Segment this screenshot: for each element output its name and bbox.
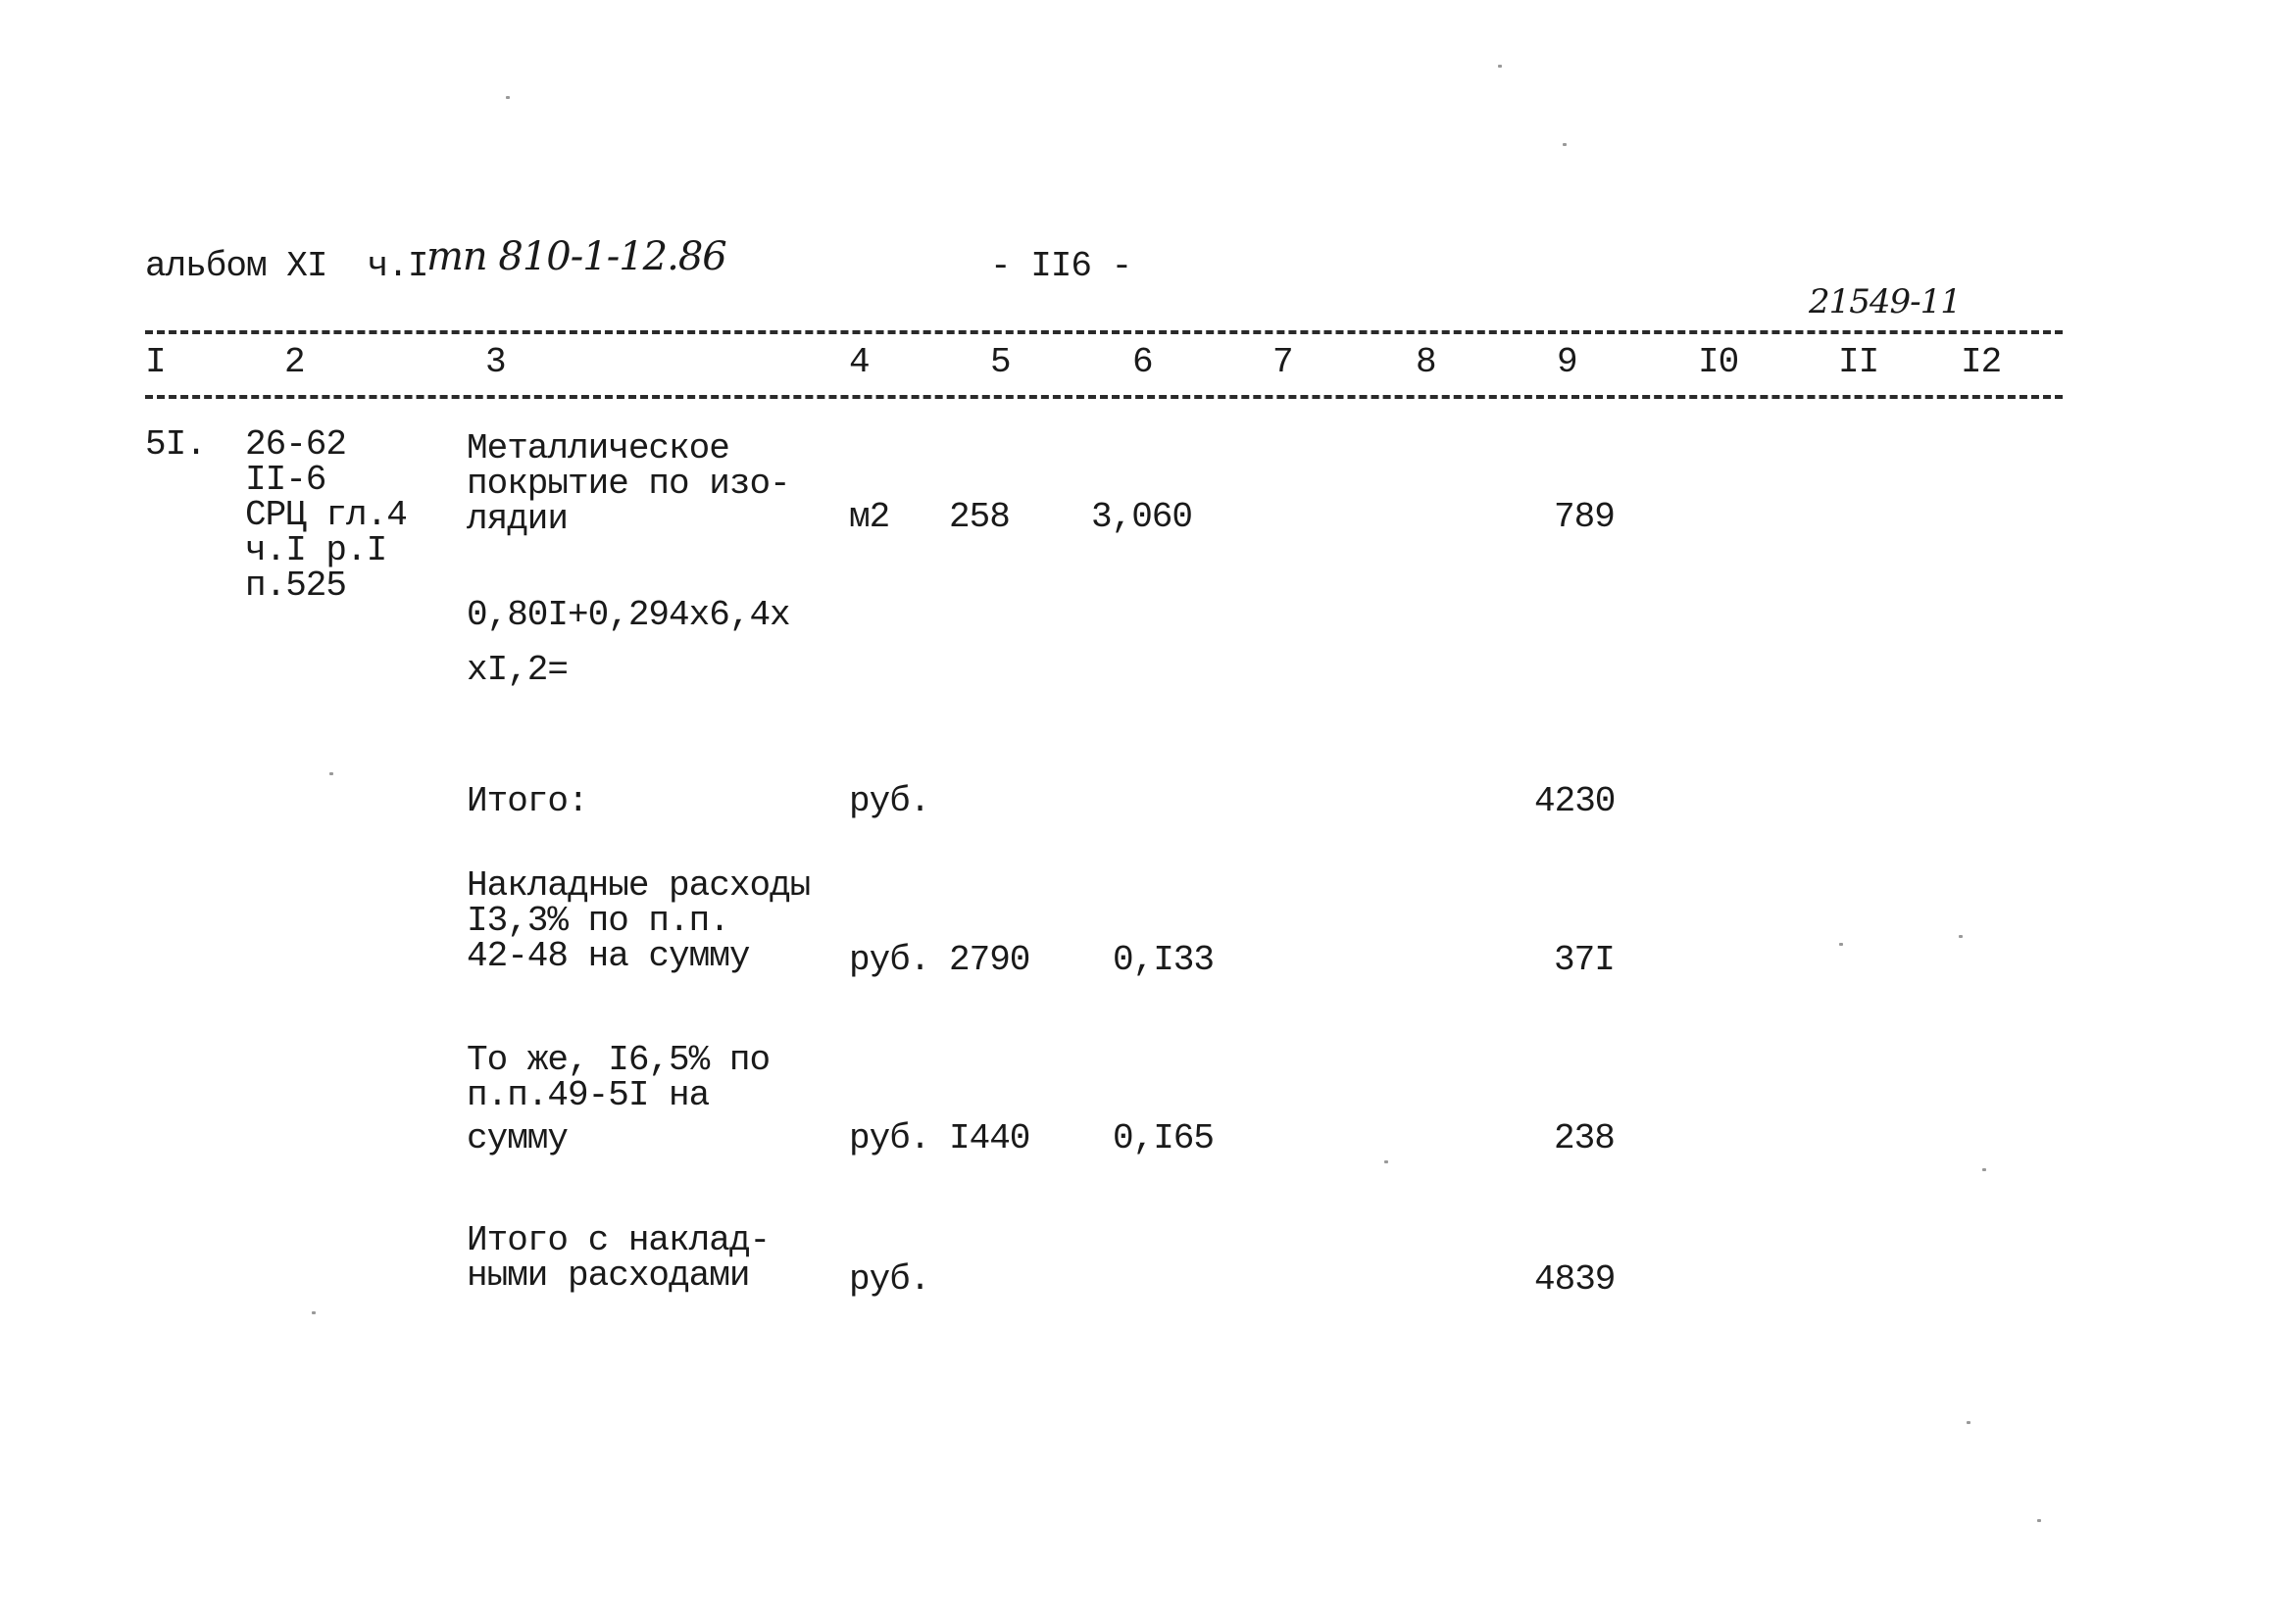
quantity-cell: 2790 [949, 940, 1030, 980]
reference-cell: 26-62 II-6 СРЦ гл.4 ч.I р.I п.525 [245, 424, 408, 606]
reference-line: СРЦ гл.4 [245, 495, 408, 535]
column-header: 3 [485, 342, 507, 382]
scan-speck [1563, 143, 1567, 146]
scan-speck [1384, 1160, 1388, 1163]
total-cell: 37I [1554, 940, 1616, 980]
total-cell: 4839 [1534, 1259, 1616, 1300]
description-line: покрытие по изо- [467, 464, 791, 504]
header-bottom-divider [145, 395, 2063, 399]
column-header: 4 [849, 342, 871, 382]
scan-speck [1967, 1421, 1970, 1424]
quantity-cell: I440 [949, 1118, 1030, 1158]
price-cell: 3,060 [1091, 497, 1193, 537]
description-line: 42-48 на сумму [467, 936, 750, 976]
unit-cell: руб. [849, 781, 930, 821]
description-cell: Итого с наклад- ными расходами [467, 1220, 771, 1296]
price-cell: 0,I65 [1113, 1118, 1215, 1158]
description-line: сумму [467, 1118, 569, 1158]
project-code-handwritten: тп 810-1-12.86 [426, 234, 727, 279]
total-cell: 238 [1554, 1118, 1616, 1158]
price-cell: 0,I33 [1113, 940, 1215, 980]
column-header: II [1838, 342, 1879, 382]
unit-cell: руб. [849, 1259, 930, 1300]
document-number-handwritten: 21549-11 [1809, 282, 1962, 321]
album-label: альбом XI ч.I [145, 246, 428, 286]
description-cell: Накладные расходы I3,3% по п.п. 42-48 на… [467, 865, 811, 976]
column-header: I2 [1961, 342, 2002, 382]
description-line: лядии [467, 499, 569, 539]
column-header: 9 [1557, 342, 1578, 382]
scan-speck [506, 96, 510, 99]
scan-speck [1839, 943, 1843, 946]
total-cell: 789 [1554, 497, 1616, 537]
page-number: - II6 - [990, 246, 1132, 286]
scan-speck [329, 772, 333, 775]
description-line: То же, I6,5% по [467, 1040, 771, 1080]
reference-line: ч.I р.I [245, 530, 387, 570]
reference-line: 26-62 [245, 424, 347, 465]
reference-line: п.525 [245, 566, 347, 606]
description-line: п.п.49-5I на [467, 1075, 710, 1115]
total-cell: 4230 [1534, 781, 1616, 821]
column-header: 2 [284, 342, 306, 382]
scan-speck [1982, 1168, 1986, 1171]
quantity-cell: 258 [949, 497, 1011, 537]
column-header: 6 [1132, 342, 1154, 382]
description-cell: То же, I6,5% по п.п.49-5I на [467, 1040, 771, 1115]
column-header: 8 [1416, 342, 1437, 382]
description-line: Итого с наклад- [467, 1220, 771, 1260]
formula-line: 0,80I+0,294x6,4x [467, 595, 791, 635]
scan-speck [2037, 1519, 2041, 1522]
formula-line: xI,2= [467, 650, 569, 690]
column-header: 7 [1272, 342, 1294, 382]
scan-speck [312, 1311, 316, 1314]
column-header: I [145, 342, 167, 382]
description-line: Металлическое [467, 428, 730, 468]
header-top-divider [145, 330, 2063, 334]
unit-cell: руб. [849, 1118, 930, 1158]
row-number: 5I. [145, 424, 207, 465]
scan-speck [1498, 65, 1502, 68]
scan-speck [1959, 935, 1963, 938]
unit-cell: м2 [849, 497, 890, 537]
description-cell: Металлическое покрытие по изо- лядии [467, 428, 791, 539]
unit-cell: руб. [849, 940, 930, 980]
description-line: Накладные расходы [467, 865, 811, 906]
description-line: ными расходами [467, 1255, 750, 1296]
description-line: I3,3% по п.п. [467, 901, 730, 941]
reference-line: II-6 [245, 460, 326, 500]
column-header: I0 [1698, 342, 1739, 382]
description-line: Итого: [467, 781, 589, 821]
column-header: 5 [990, 342, 1012, 382]
